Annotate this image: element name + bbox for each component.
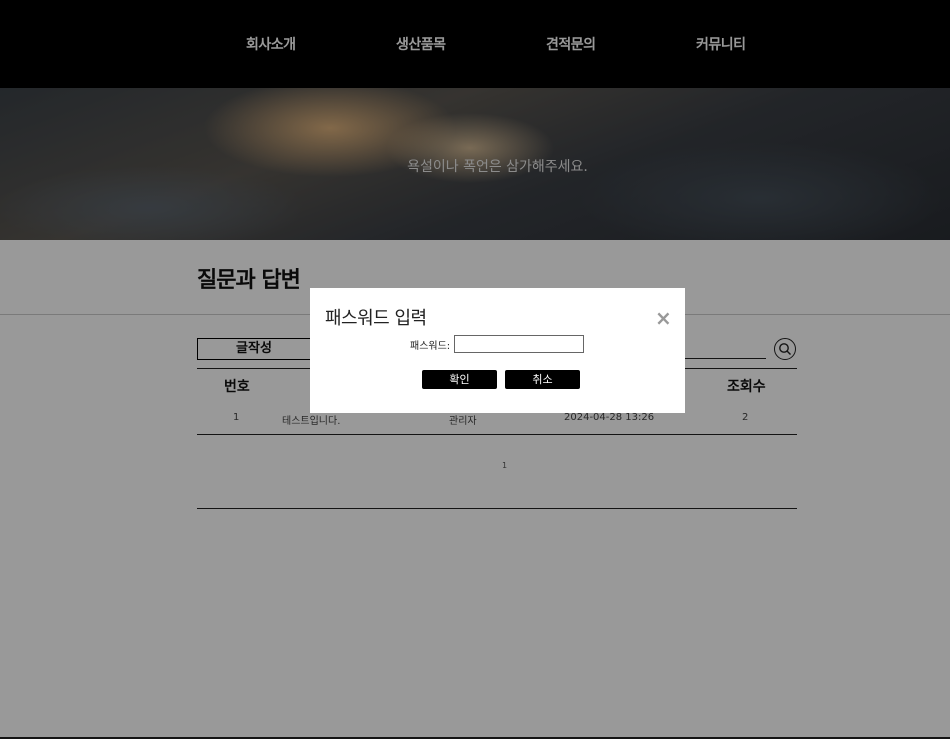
cancel-button[interactable]: 취소 — [505, 370, 580, 389]
password-input[interactable] — [454, 335, 584, 353]
modal-title: 패스워드 입력 — [325, 308, 427, 329]
password-label: 패스워드: — [410, 341, 451, 352]
password-modal: 패스워드 입력 × 패스워드: 확인 취소 — [310, 288, 685, 413]
close-icon[interactable]: × — [655, 306, 672, 330]
confirm-button[interactable]: 확인 — [422, 370, 497, 389]
